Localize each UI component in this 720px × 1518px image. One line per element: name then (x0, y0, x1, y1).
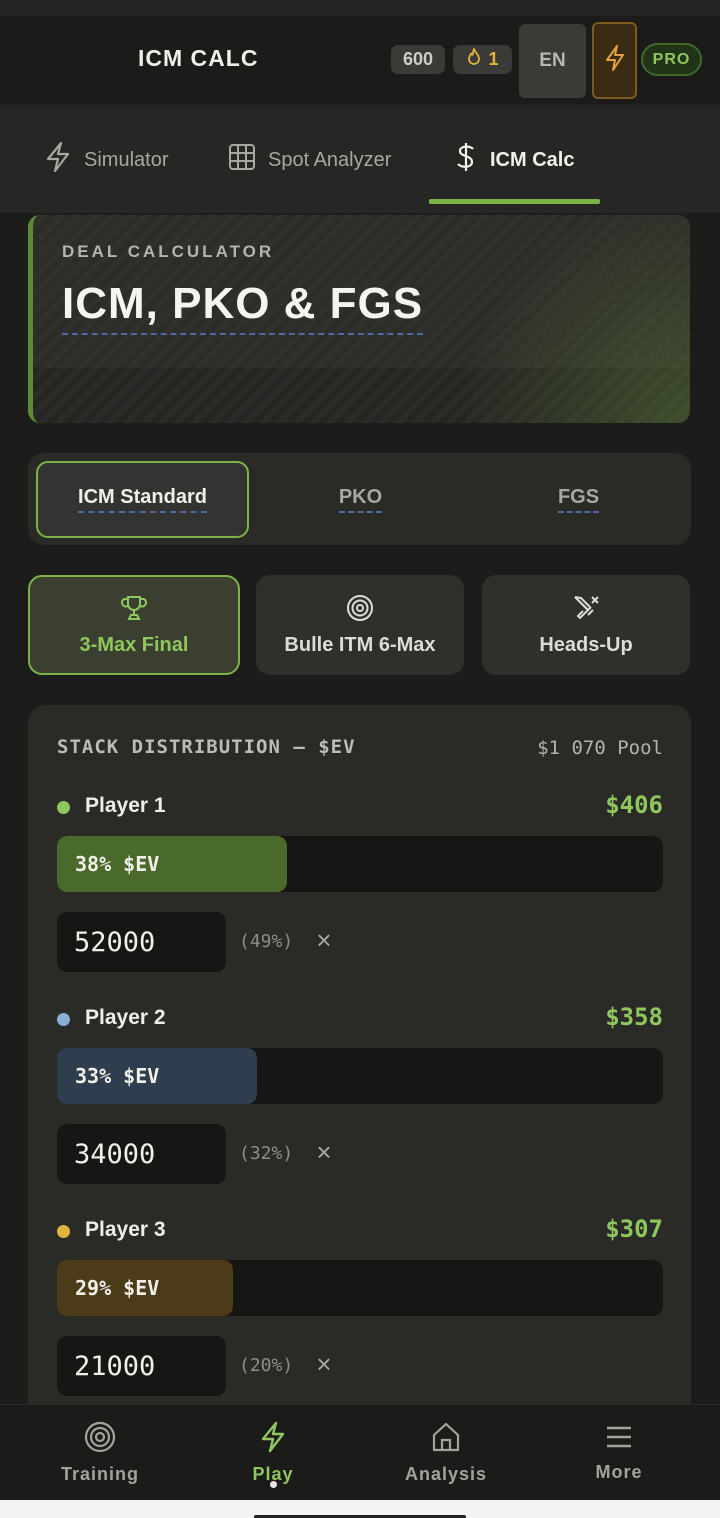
language-label: EN (539, 50, 566, 71)
mode-icm-standard[interactable]: ICM Standard (36, 461, 249, 538)
mode-label: FGS (557, 486, 600, 513)
dollar-icon (454, 141, 478, 179)
stack-percent: (20%) (239, 1355, 294, 1376)
stack-distribution-card: STACK DISTRIBUTION — $EV $1 070 Pool Pla… (28, 705, 691, 1425)
pro-label: PRO (652, 50, 691, 68)
preset-label: Heads-Up (539, 633, 633, 656)
preset-bulle-itm-6-max[interactable]: Bulle ITM 6-Max (256, 575, 464, 675)
pro-badge[interactable]: PRO (641, 43, 702, 76)
ev-bar: 33% $EV (57, 1048, 663, 1104)
ev-bar: 29% $EV (57, 1260, 663, 1316)
preset-3-max-final[interactable]: 3-Max Final (28, 575, 240, 675)
hero-title[interactable]: ICM, PKO & FGS (62, 279, 424, 335)
nav-analysis[interactable]: Analysis (356, 1405, 536, 1501)
ev-bar-label: 33% $EV (75, 1064, 160, 1088)
preset-label: Bulle ITM 6-Max (284, 633, 436, 656)
nav-training[interactable]: Training (10, 1405, 190, 1501)
credits-chip: 600 (391, 45, 445, 74)
player-ev: $406 (605, 791, 663, 819)
player-color-dot (57, 801, 70, 814)
player-ev: $358 (605, 1003, 663, 1031)
player-name: Player 2 (85, 1006, 166, 1029)
streak-chip: 1 (453, 45, 512, 74)
target-icon (84, 1421, 116, 1458)
bottom-nav: Training Play Analysis More (0, 1404, 720, 1500)
nav-label: More (595, 1462, 643, 1482)
tab-label: ICM Calc (490, 148, 575, 171)
tab-label: Spot Analyzer (268, 148, 392, 171)
bolt-icon (44, 141, 72, 179)
boost-button[interactable] (592, 22, 637, 99)
close-icon: × (316, 1349, 332, 1379)
active-nav-indicator (270, 1481, 277, 1488)
menu-icon (604, 1423, 634, 1456)
ev-bar-label: 38% $EV (75, 852, 160, 876)
mode-label: ICM Standard (78, 486, 207, 513)
mode-pko[interactable]: PKO (254, 461, 467, 538)
trophy-icon (120, 594, 148, 628)
deal-calculator-hero: DEAL CALCULATOR ICM, PKO & FGS (28, 215, 690, 423)
nav-more[interactable]: More (529, 1405, 709, 1501)
mode-selector: ICM Standard PKO FGS (28, 453, 691, 545)
nav-label: Training (60, 1464, 139, 1484)
app-header: ICM CALC 600 1 EN PRO (0, 16, 720, 106)
stack-input[interactable] (57, 1336, 226, 1396)
preset-heads-up[interactable]: Heads-Up (482, 575, 690, 675)
active-tab-indicator (429, 199, 600, 204)
mode-fgs[interactable]: FGS (472, 461, 685, 538)
nav-label: Analysis (404, 1464, 488, 1484)
ev-bar-label: 29% $EV (75, 1276, 160, 1300)
home-icon (431, 1421, 461, 1458)
swords-icon (572, 594, 600, 628)
player-color-dot (57, 1225, 70, 1238)
remove-player-button[interactable]: × (313, 1351, 335, 1377)
flame-icon (466, 46, 482, 71)
mode-label: PKO (338, 486, 383, 513)
status-bar (0, 0, 720, 16)
ev-bar: 38% $EV (57, 836, 663, 892)
player-name: Player 1 (85, 794, 166, 817)
tab-icm-calc[interactable]: ICM Calc (454, 107, 574, 213)
grid-icon (228, 143, 256, 177)
hero-eyebrow: DEAL CALCULATOR (62, 242, 275, 261)
credits-value: 600 (402, 49, 434, 69)
bolt-icon (258, 1421, 288, 1458)
target-icon (346, 594, 374, 628)
preset-label: 3-Max Final (79, 633, 189, 656)
player-ev: $307 (605, 1215, 663, 1243)
player-row: Player 2 $358 33% $EV (32%) × (57, 917, 663, 1184)
bolt-icon (604, 45, 626, 76)
app-title: ICM CALC (138, 45, 259, 71)
player-name: Player 3 (85, 1218, 166, 1241)
tab-bar: Simulator Spot Analyzer ICM Calc (0, 107, 720, 213)
tab-simulator[interactable]: Simulator (44, 107, 168, 213)
tab-label: Simulator (84, 148, 169, 171)
tab-spot-analyzer[interactable]: Spot Analyzer (228, 107, 391, 213)
language-button[interactable]: EN (519, 24, 586, 98)
player-row: Player 3 $307 29% $EV (20%) × (57, 1129, 663, 1396)
streak-value: 1 (488, 49, 499, 69)
player-color-dot (57, 1013, 70, 1026)
player-row: Player 1 $406 38% $EV (49%) × (57, 705, 663, 972)
